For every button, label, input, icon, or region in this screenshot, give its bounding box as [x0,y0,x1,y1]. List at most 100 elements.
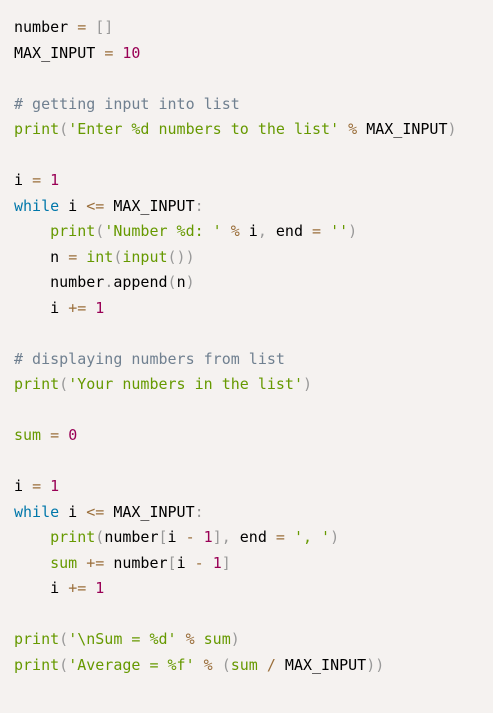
code-token: ()) [167,247,195,266]
code-token: # displaying numbers from list [14,349,285,368]
code-token: 1 [50,171,60,189]
code-token: - [194,553,204,572]
code-token: = [275,528,285,546]
code-token: = [312,222,322,240]
code-line: # displaying numbers from list [14,347,493,373]
code-token: n [176,273,186,291]
code-line: n = int(input()) [14,245,493,271]
code-token: : [194,196,204,215]
code-line: number.append(n) [14,270,493,296]
code-token: while [14,502,60,521]
code-token: sum [203,630,231,648]
code-token: 1 [212,553,222,572]
code-token: print [50,222,96,240]
code-token: sum [14,426,42,444]
code-token: 1 [95,298,105,317]
code-block: number = [] MAX_INPUT = 10 # getting inpu… [14,15,493,678]
code-token: append [113,273,168,291]
code-token: += [86,553,105,572]
code-line: i += 1 [14,296,493,322]
code-token: ) [185,273,195,291]
code-token: = [68,247,78,266]
code-token: = [77,18,87,36]
code-token: ) [303,375,313,393]
code-token: n [14,247,69,266]
code-token: = [32,477,42,495]
code-token: 1 [50,477,60,495]
code-token: % [185,630,195,648]
code-line: MAX_INPUT = 10 [14,41,493,67]
code-token: number [104,528,159,546]
code-token: i [59,502,87,521]
code-line: print(number[i - 1], end = ', ') [14,525,493,551]
code-token: MAX_INPUT [104,196,195,215]
code-token: MAX_INPUT [357,120,448,138]
code-token: sum [50,553,78,572]
code-token: MAX_INPUT [275,655,367,674]
code-token: = [32,171,42,189]
code-token: 10 [122,43,141,62]
code-token: <= [86,502,105,521]
code-token: i [176,553,195,572]
code-token: : [194,502,204,521]
code-token: i [14,171,33,189]
code-line: print('Number %d: ' % i, end = '') [14,219,493,245]
code-line: print('Enter %d numbers to the list' % M… [14,117,493,143]
code-token: % [230,222,240,240]
code-token: 1 [95,579,105,597]
code-token: )) [366,655,385,674]
code-token: while [14,196,60,215]
code-token: . [104,273,114,291]
code-token: number [14,18,78,36]
code-token: print [14,655,60,674]
code-token: end [230,528,276,546]
code-token: 'Number %d: ' [104,222,222,240]
code-token: print [14,375,60,393]
code-token: ( [59,375,69,393]
code-token: input [122,247,168,266]
code-token: ( [95,528,105,546]
code-token: ( [221,655,231,674]
code-token: ] [221,553,231,572]
code-token: # getting input into list [14,94,240,113]
code-token: MAX_INPUT [104,502,195,521]
code-token: 0 [68,426,78,444]
code-token: i [14,298,69,317]
code-token: i [14,579,69,597]
code-token: '\nSum = %d' [68,630,177,648]
code-line: print('\nSum = %d' % sum) [14,627,493,653]
code-line: i += 1 [14,576,493,602]
code-token: <= [86,196,105,215]
code-token: += [68,298,87,317]
code-line: number = [] [14,15,493,41]
code-token: ( [167,273,177,291]
code-panel: number = [] MAX_INPUT = 10 # getting inpu… [0,0,493,713]
code-token: ) [447,120,457,138]
code-token: - [185,528,195,546]
code-token: end [266,222,313,240]
code-token: = [104,43,114,62]
code-token: ( [59,120,69,138]
code-token: print [50,528,96,546]
code-token: ( [95,222,105,240]
code-token: print [14,630,60,648]
code-token: , [257,222,267,240]
